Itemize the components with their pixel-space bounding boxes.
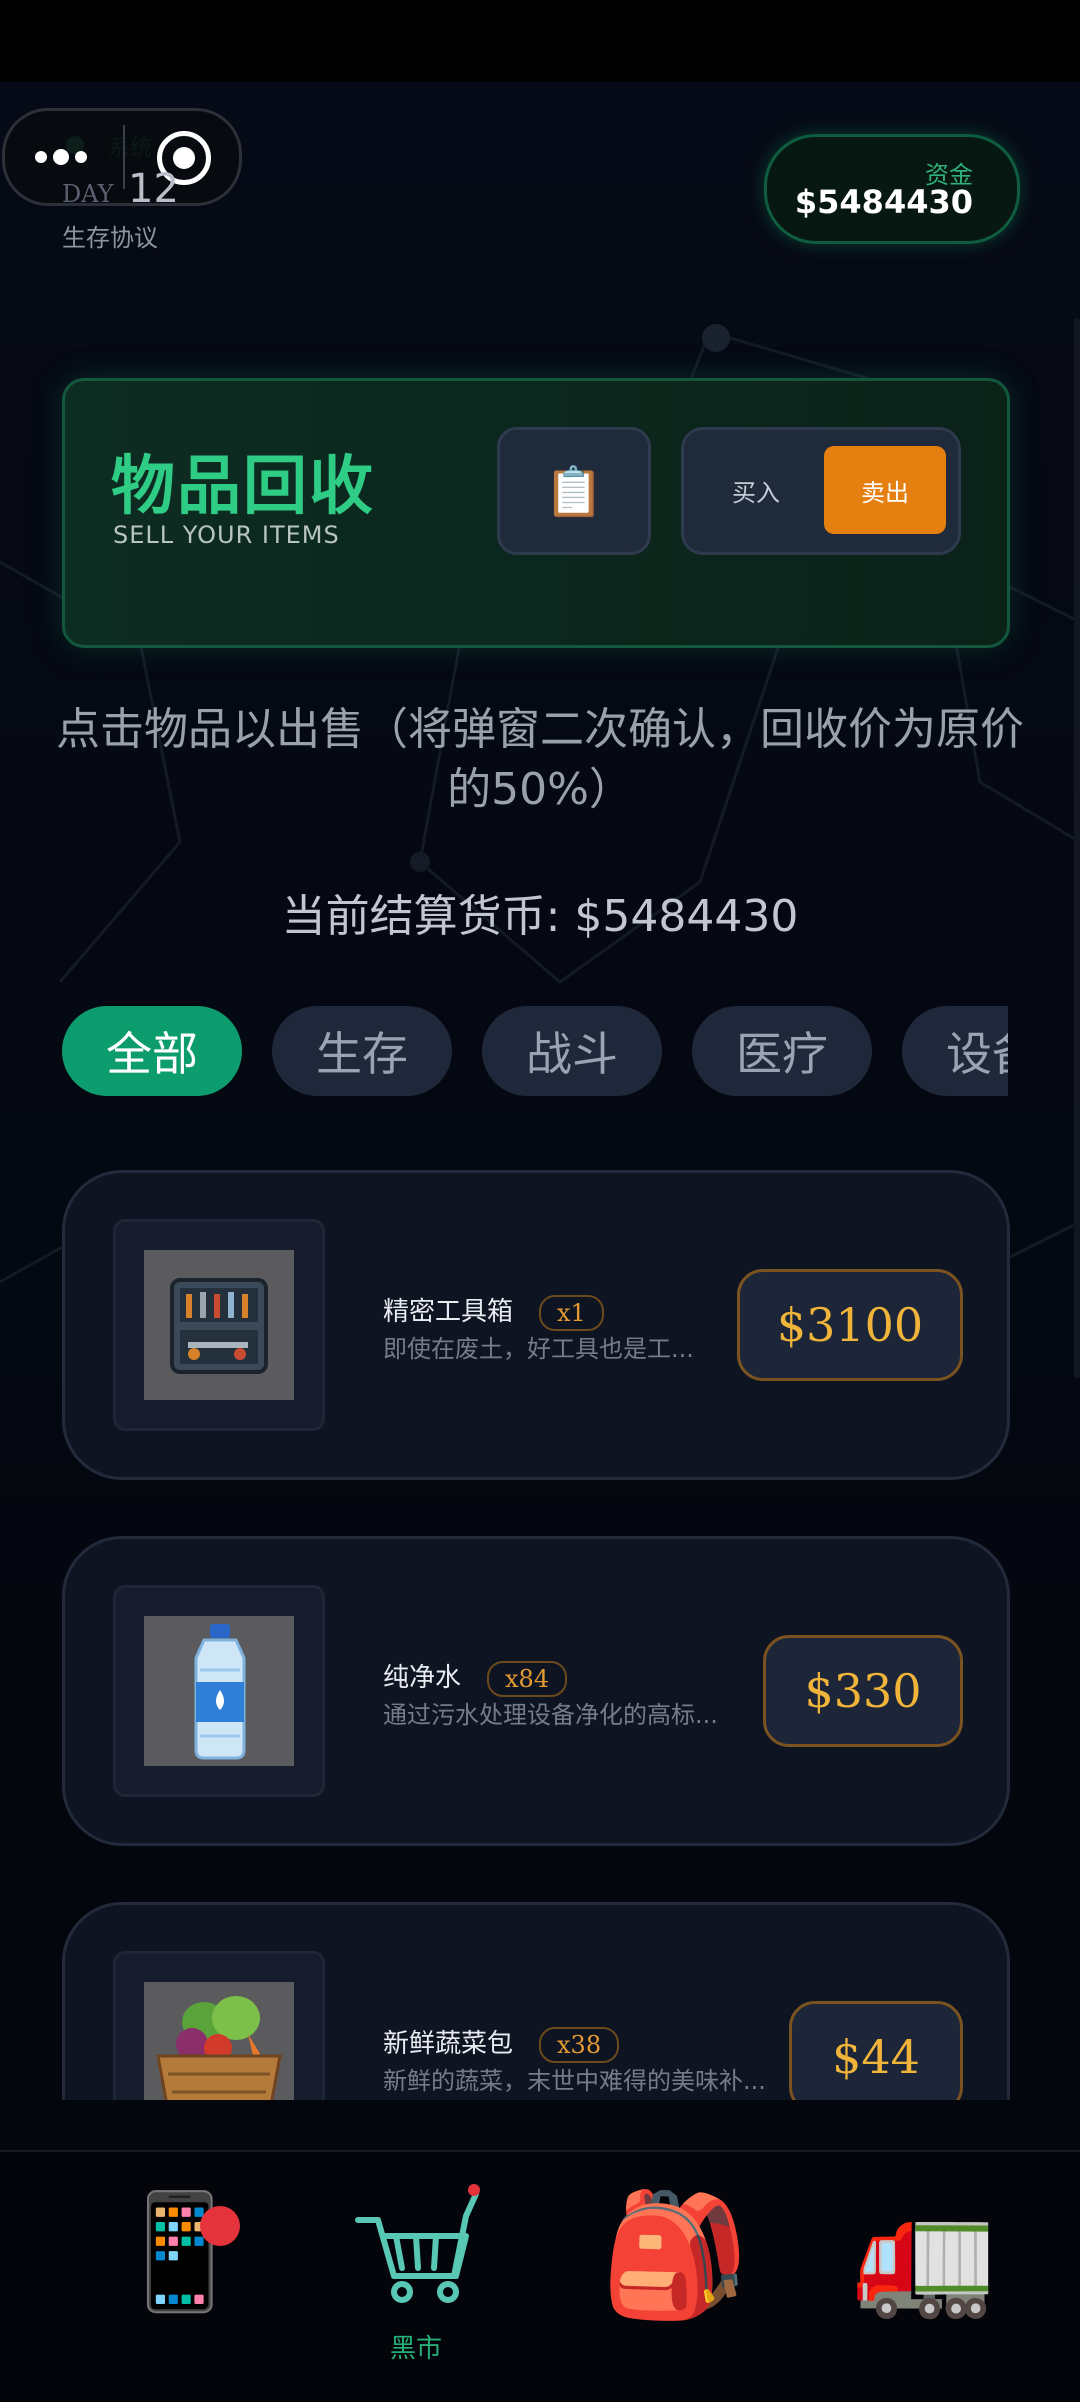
- item-name-text: 新鲜蔬菜包: [383, 2029, 514, 2059]
- toolbox-icon: [144, 1250, 294, 1400]
- item-description: 通过污水处理设备净化的高标...: [383, 1701, 718, 1729]
- mini-program-capsule[interactable]: [2, 108, 242, 206]
- item-thumbnail-frame: [113, 1585, 325, 1797]
- shopping-cart-icon: [355, 2184, 480, 2303]
- water-bottle-icon: [144, 1616, 294, 1766]
- sell-price-button[interactable]: $3100: [737, 1269, 963, 1381]
- sell-price-button[interactable]: $330: [763, 1635, 963, 1747]
- buy-tab[interactable]: 买入: [696, 446, 816, 534]
- clipboard-icon: 📋: [544, 463, 604, 520]
- more-icon[interactable]: [35, 149, 87, 165]
- nav-label-black-market: 黑市: [389, 2334, 442, 2364]
- item-card[interactable]: 新鲜蔬菜包 x38 新鲜的蔬菜，末世中难得的美味补... $44: [62, 1902, 1010, 2100]
- notification-badge: [200, 2206, 240, 2246]
- buy-sell-toggle[interactable]: 买入 卖出: [681, 427, 961, 555]
- nav-item-black-market[interactable]: 黑市: [350, 2152, 480, 2402]
- filter-chip-all[interactable]: 全部: [62, 1006, 242, 1096]
- filter-chip-survival[interactable]: 生存: [272, 1006, 452, 1096]
- item-name: 精密工具箱 x1: [383, 1291, 604, 1331]
- item-list: 精密工具箱 x1 即使在废土，好工具也是工... $3100 纯净水 x84 通过污…: [0, 1170, 1080, 2100]
- nav-item-phone[interactable]: 📱: [100, 2152, 249, 2402]
- item-description: 新鲜的蔬菜，末世中难得的美味补...: [383, 2067, 766, 2095]
- truck-icon: 🚛: [852, 2188, 997, 2323]
- item-name: 新鲜蔬菜包 x38: [383, 2023, 620, 2063]
- filter-chip-combat[interactable]: 战斗: [482, 1006, 662, 1096]
- sell-notice: 点击物品以出售（将弹窗二次确认，回收价为原价的50%）: [56, 704, 1024, 815]
- capsule-divider: [123, 125, 125, 189]
- backpack-icon: 🎒: [600, 2186, 750, 2325]
- funds-badge: 资金 $5484430: [764, 134, 1020, 244]
- nav-item-truck[interactable]: 🚛: [852, 2152, 1002, 2402]
- funds-value: $5484430: [794, 183, 973, 221]
- filter-chip-medical[interactable]: 医疗: [692, 1006, 872, 1096]
- filter-chip-equipment[interactable]: 设备: [902, 1006, 1008, 1096]
- day-number: 12: [128, 166, 179, 212]
- item-description: 即使在废土，好工具也是工...: [383, 1335, 694, 1363]
- day-label: DAY: [62, 180, 114, 208]
- page-title: 物品回收: [111, 449, 375, 524]
- status-bar: [0, 0, 1080, 82]
- sell-tab[interactable]: 卖出: [824, 446, 946, 534]
- item-name-text: 纯净水: [383, 1663, 462, 1693]
- nav-item-backpack[interactable]: 🎒: [600, 2152, 749, 2402]
- protocol-label: 生存协议: [62, 224, 158, 252]
- item-name: 纯净水 x84: [383, 1657, 568, 1697]
- item-quantity: x38: [539, 2027, 620, 2063]
- item-card[interactable]: 精密工具箱 x1 即使在废土，好工具也是工... $3100: [62, 1170, 1010, 1480]
- page-subtitle: SELL YOUR ITEMS: [113, 521, 340, 549]
- vegetable-basket-icon: [144, 1982, 294, 2100]
- clipboard-button[interactable]: 📋: [497, 427, 651, 555]
- item-thumbnail-frame: [113, 1219, 325, 1431]
- item-name-text: 精密工具箱: [383, 1297, 514, 1327]
- current-currency: 当前结算货币: $5484430: [281, 891, 799, 942]
- bottom-navigation: 📱 黑市 🎒 🚛: [0, 2150, 1080, 2402]
- recycle-header-card: 物品回收 SELL YOUR ITEMS 📋 买入 卖出: [62, 378, 1010, 648]
- item-card[interactable]: 纯净水 x84 通过污水处理设备净化的高标... $330: [62, 1536, 1010, 1846]
- item-thumbnail-frame: [113, 1951, 325, 2100]
- category-filter-bar: 全部 生存 战斗 医疗 设备: [62, 1006, 1008, 1096]
- sell-price-button[interactable]: $44: [789, 2001, 963, 2100]
- item-quantity: x1: [539, 1295, 604, 1331]
- item-quantity: x84: [487, 1661, 568, 1697]
